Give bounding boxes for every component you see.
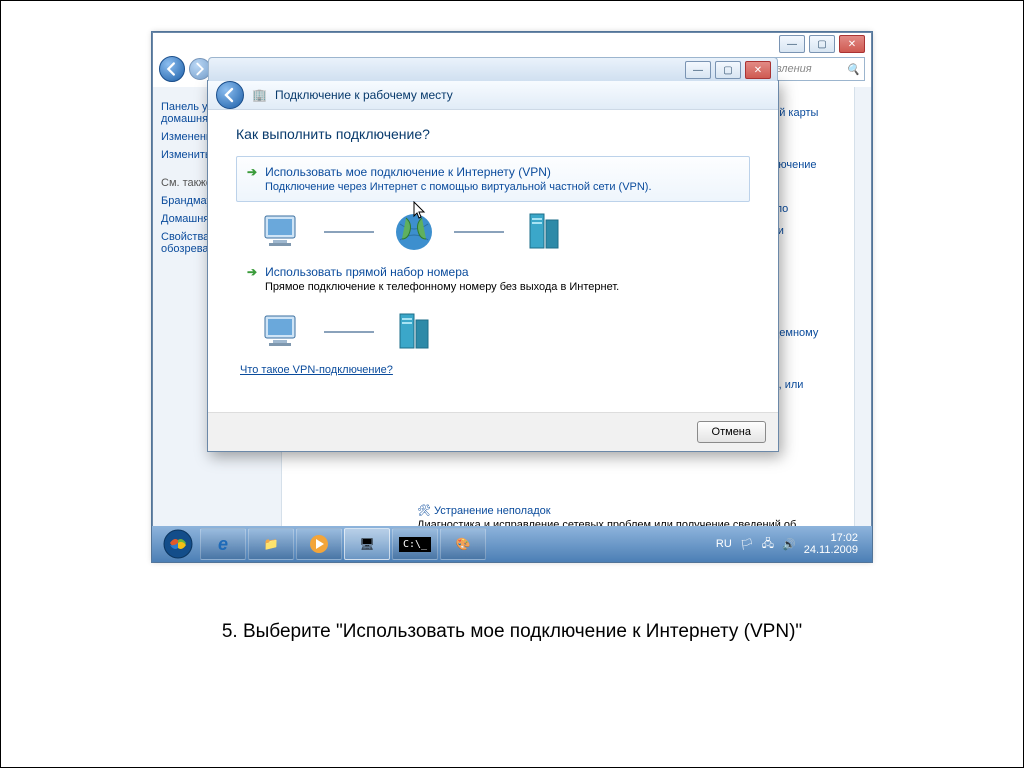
cmd-icon: C:\_ bbox=[399, 537, 431, 552]
taskbar-paint[interactable]: 🎨 bbox=[440, 528, 486, 560]
dialog-back-button[interactable] bbox=[216, 81, 244, 109]
diagram-vpn bbox=[260, 212, 750, 252]
window-controls: — ▢ ✕ bbox=[779, 35, 865, 53]
cursor-icon bbox=[413, 201, 427, 219]
rlink-5[interactable]: ети bbox=[767, 225, 857, 237]
step-caption: 5. Выберите "Использовать мое подключени… bbox=[1, 621, 1023, 643]
connection-line-2 bbox=[454, 231, 504, 233]
arrow-right-icon: ➔ bbox=[247, 165, 257, 179]
control-panel-icon: 🖥 bbox=[359, 537, 374, 551]
dialog-minimize-button[interactable]: — bbox=[685, 61, 711, 79]
rlink-2[interactable]: ключение bbox=[767, 159, 857, 171]
dialog-question: Как выполнить подключение? bbox=[236, 126, 750, 142]
taskbar-control-panel[interactable]: 🖥 bbox=[344, 528, 390, 560]
rlink-6[interactable]: одемному bbox=[767, 327, 857, 339]
wizard-dialog: — ▢ ✕ 🏢 Подключение к рабочему месту Как… bbox=[207, 80, 779, 452]
computer-icon bbox=[260, 312, 308, 352]
vpn-help-link[interactable]: Что такое VPN-подключение? bbox=[240, 364, 750, 376]
close-button[interactable]: ✕ bbox=[839, 35, 865, 53]
connection-line bbox=[324, 331, 374, 333]
taskbar-wmp[interactable] bbox=[296, 528, 342, 560]
computer-icon bbox=[260, 212, 308, 252]
rlink-3[interactable]: н bbox=[767, 181, 857, 193]
dialog-header: 🏢 Подключение к рабочему месту bbox=[208, 81, 778, 110]
tray-clock[interactable]: 17:02 24.11.2009 bbox=[804, 532, 858, 556]
cancel-button[interactable]: Отмена bbox=[697, 421, 766, 443]
dialog-maximize-button[interactable]: ▢ bbox=[715, 61, 741, 79]
option-dialup-sub: Прямое подключение к телефонному номеру … bbox=[265, 281, 739, 293]
minimize-button[interactable]: — bbox=[779, 35, 805, 53]
dialog-footer: Отмена bbox=[208, 412, 778, 451]
workplace-icon: 🏢 bbox=[252, 88, 267, 102]
document-frame: — ▢ ✕ ⓦ ▾ 🖧 Сеть и Интер... ▸ Центр упра… bbox=[0, 0, 1024, 768]
tray-network-icon[interactable]: 🖧 bbox=[762, 535, 774, 554]
option-vpn-title: Использовать мое подключение к Интернету… bbox=[265, 165, 551, 179]
server-icon bbox=[520, 212, 568, 252]
taskbar-explorer[interactable]: 📁 bbox=[248, 528, 294, 560]
taskbar-cmd[interactable]: C:\_ bbox=[392, 528, 438, 560]
tray-flag-icon[interactable]: 🏳 bbox=[740, 538, 754, 551]
option-vpn[interactable]: ➔ Использовать мое подключение к Интерне… bbox=[236, 156, 750, 202]
rlink-4[interactable]: е по bbox=[767, 203, 857, 215]
dialog-titlebar-chrome: — ▢ ✕ bbox=[208, 57, 778, 82]
dialog-title: Подключение к рабочему месту bbox=[275, 88, 453, 102]
rlink-1[interactable]: ной карты bbox=[767, 107, 857, 119]
option-dialup[interactable]: ➔ Использовать прямой набор номера Прямо… bbox=[236, 256, 750, 302]
tray-date: 24.11.2009 bbox=[804, 544, 858, 556]
troubleshoot-title: Устранение неполадок bbox=[434, 505, 551, 517]
ie-icon: e bbox=[218, 534, 228, 555]
right-partial-links: ной карты ключение н е по ети одемному а… bbox=[767, 97, 857, 401]
dialog-body: Как выполнить подключение? ➔ Использоват… bbox=[208, 110, 778, 390]
tray-lang[interactable]: RU bbox=[716, 538, 732, 550]
dialog-close-button[interactable]: ✕ bbox=[745, 61, 771, 79]
paint-icon: 🎨 bbox=[456, 537, 471, 551]
system-tray: RU 🏳 🖧 🔊 17:02 24.11.2009 bbox=[708, 532, 866, 556]
rlink-7[interactable]: ах, или bbox=[767, 379, 857, 391]
dialog-window-controls: — ▢ ✕ bbox=[685, 61, 771, 79]
troubleshoot-icon: 🛠 bbox=[417, 505, 431, 517]
start-button[interactable] bbox=[158, 528, 198, 560]
connection-line bbox=[324, 231, 374, 233]
tray-time: 17:02 bbox=[804, 532, 858, 544]
diagram-dialup bbox=[260, 312, 750, 352]
server-icon bbox=[390, 312, 438, 352]
nav-back-button[interactable] bbox=[159, 56, 185, 82]
taskbar: e 📁 🖥 C:\_ 🎨 RU 🏳 🖧 🔊 17:02 24.11.2009 bbox=[152, 526, 872, 562]
screenshot-area: — ▢ ✕ ⓦ ▾ 🖧 Сеть и Интер... ▸ Центр упра… bbox=[151, 31, 873, 563]
taskbar-ie[interactable]: e bbox=[200, 528, 246, 560]
option-vpn-sub: Подключение через Интернет с помощью вир… bbox=[265, 181, 739, 193]
tray-volume-icon[interactable]: 🔊 bbox=[782, 538, 796, 551]
scrollbar[interactable] bbox=[854, 87, 871, 561]
folder-icon: 📁 bbox=[264, 537, 279, 551]
search-icon: 🔍 bbox=[846, 63, 860, 76]
maximize-button[interactable]: ▢ bbox=[809, 35, 835, 53]
arrow-right-icon: ➔ bbox=[247, 265, 257, 279]
option-dialup-title: Использовать прямой набор номера bbox=[265, 265, 468, 279]
